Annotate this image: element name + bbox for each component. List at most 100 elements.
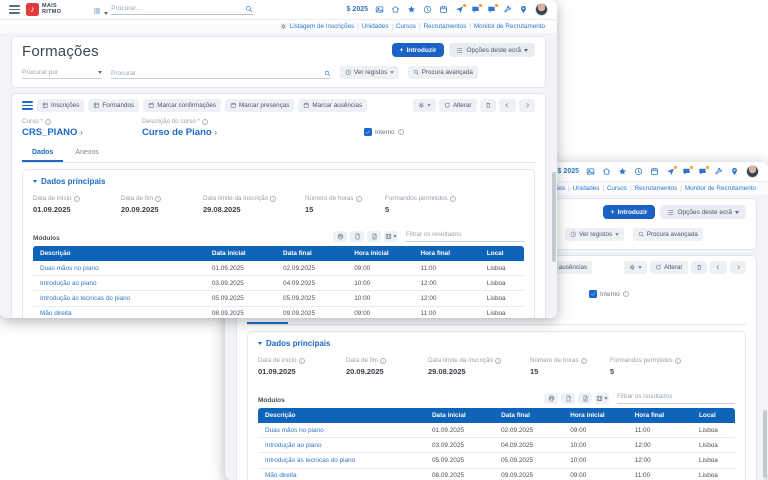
tab-dados[interactable]: Dados (22, 146, 63, 162)
pin-icon[interactable] (519, 5, 528, 14)
tab-anexos[interactable]: Anexos (65, 146, 108, 162)
columns-icon[interactable] (595, 393, 609, 404)
delete-button[interactable] (480, 99, 497, 112)
send-icon[interactable] (666, 167, 675, 176)
view-records-button[interactable]: Ver registos (340, 66, 399, 79)
module-link[interactable]: Mão direita (33, 307, 205, 318)
introduce-button[interactable]: + Introduzir (603, 205, 656, 219)
cell-local: Lisboa (692, 469, 735, 480)
screen-options-button[interactable]: Opções deste ecrã (660, 205, 746, 219)
image-icon[interactable] (586, 167, 595, 176)
module-link[interactable]: Duas mãos no piano (258, 423, 425, 437)
next-record-button[interactable] (519, 99, 536, 112)
module-link[interactable]: Introdução às tecnicas do piano (258, 453, 425, 467)
course-desc-link[interactable]: Curso de Piano › (142, 127, 364, 138)
star-icon[interactable] (407, 5, 416, 14)
breadcrumb-link-recrutamentos[interactable]: Recrutamentos (424, 23, 467, 30)
filter-results-input[interactable] (406, 231, 524, 239)
clock-icon[interactable] (634, 167, 643, 176)
settings-dropdown-button[interactable] (624, 261, 647, 274)
module-link[interactable]: Mão direita (258, 469, 425, 480)
advanced-search-button[interactable]: Procura avançada (633, 228, 703, 241)
list-icon[interactable] (93, 7, 101, 15)
export-file-icon[interactable] (561, 393, 575, 404)
module-link[interactable]: Introdução ao piano (33, 276, 205, 290)
avatar[interactable] (746, 165, 759, 178)
year-selector[interactable]: $2025 (347, 6, 368, 13)
marcar-presencas-button[interactable]: Marcar presenças (225, 99, 294, 112)
alter-button[interactable]: Alterar (650, 261, 688, 274)
previous-record-button[interactable] (499, 99, 516, 112)
search-icon[interactable] (245, 5, 253, 13)
scrollbar-thumb[interactable] (552, 172, 556, 262)
internal-checkbox[interactable] (364, 128, 372, 136)
search-icon[interactable] (324, 70, 331, 77)
app-logo[interactable]: ♪ MAISRITMO (26, 3, 61, 16)
calendar-icon[interactable] (650, 167, 659, 176)
star-icon[interactable] (618, 167, 627, 176)
pin-icon[interactable] (730, 167, 739, 176)
breadcrumb-link-listagem[interactable]: Listagem de Inscrições (290, 23, 354, 30)
image-icon[interactable] (375, 5, 384, 14)
year-selector[interactable]: $2025 (558, 168, 579, 175)
print-icon[interactable] (544, 393, 558, 404)
internal-checkbox[interactable] (589, 290, 597, 298)
breadcrumb-link-monitor[interactable]: Monitor de Recrutamento (474, 23, 545, 30)
course-link[interactable]: CRS_PIANO › (22, 127, 142, 138)
advanced-search-button[interactable]: Procura avançada (408, 66, 478, 79)
chat-icon[interactable] (471, 5, 480, 14)
chevron-down-icon[interactable] (104, 12, 108, 15)
clock-icon[interactable] (423, 5, 432, 14)
breadcrumb-link-recrutamentos[interactable]: Recrutamentos (635, 185, 678, 192)
calendar-icon[interactable] (439, 5, 448, 14)
send-icon[interactable] (455, 5, 464, 14)
breadcrumb-link-unidades[interactable]: Unidades (573, 185, 600, 192)
breadcrumb-link-cursos[interactable]: Cursos (607, 185, 627, 192)
next-record-button[interactable] (730, 261, 747, 274)
export-file-2-icon[interactable] (578, 393, 592, 404)
scrollbar-thumb[interactable] (763, 410, 767, 478)
chats-icon[interactable] (487, 5, 496, 14)
section-toggle[interactable]: Dados principais (258, 339, 735, 348)
wrench-icon[interactable] (714, 167, 723, 176)
introduce-button[interactable]: + Introduzir (392, 43, 445, 57)
chevron-down-icon (258, 342, 262, 345)
print-icon[interactable] (333, 231, 347, 242)
avatar[interactable] (535, 3, 548, 16)
view-records-button[interactable]: Ver registos (565, 228, 624, 241)
chat-icon[interactable] (682, 167, 691, 176)
chats-icon[interactable] (698, 167, 707, 176)
section-toggle[interactable]: Dados principais (33, 177, 524, 186)
marcar-ausencias-button[interactable]: Marcar ausências (298, 99, 367, 112)
home-icon[interactable] (602, 167, 611, 176)
module-link[interactable]: Duas mãos no piano (33, 261, 205, 275)
export-file-2-icon[interactable] (367, 231, 381, 242)
formandos-button[interactable]: Formandos (88, 99, 139, 112)
filter-results-input[interactable] (617, 393, 735, 401)
inscricoes-button[interactable]: Inscrições (37, 99, 84, 112)
record-menu-icon[interactable] (22, 101, 33, 110)
settings-dropdown-button[interactable] (413, 99, 436, 112)
record-search-input[interactable] (111, 70, 324, 77)
home-icon[interactable] (391, 5, 400, 14)
search-by-select[interactable]: Procurar por (22, 69, 102, 79)
alter-button[interactable]: Alterar (439, 99, 477, 112)
cell-hora-final: 11:00 (414, 307, 480, 318)
marcar-confirmacoes-button[interactable]: Marcar confirmações (143, 99, 221, 112)
delete-button[interactable] (691, 261, 708, 274)
notification-badge (689, 165, 695, 171)
breadcrumb-link-unidades[interactable]: Unidades (362, 23, 389, 30)
menu-icon[interactable] (9, 5, 20, 14)
module-link[interactable]: Introdução ao piano (258, 438, 425, 452)
export-file-icon[interactable] (350, 231, 364, 242)
wrench-icon[interactable] (503, 5, 512, 14)
breadcrumb-link-cursos[interactable]: Cursos (396, 23, 416, 30)
breadcrumb-link-monitor[interactable]: Monitor de Recrutamento (685, 185, 756, 192)
module-link[interactable]: Introdução às tecnicas do piano (33, 291, 205, 305)
gear-icon[interactable] (280, 23, 287, 30)
refresh-icon (444, 102, 451, 109)
columns-icon[interactable] (384, 231, 398, 242)
previous-record-button[interactable] (710, 261, 727, 274)
screen-options-button[interactable]: Opções deste ecrã (449, 43, 535, 57)
global-search-input[interactable] (111, 5, 245, 12)
